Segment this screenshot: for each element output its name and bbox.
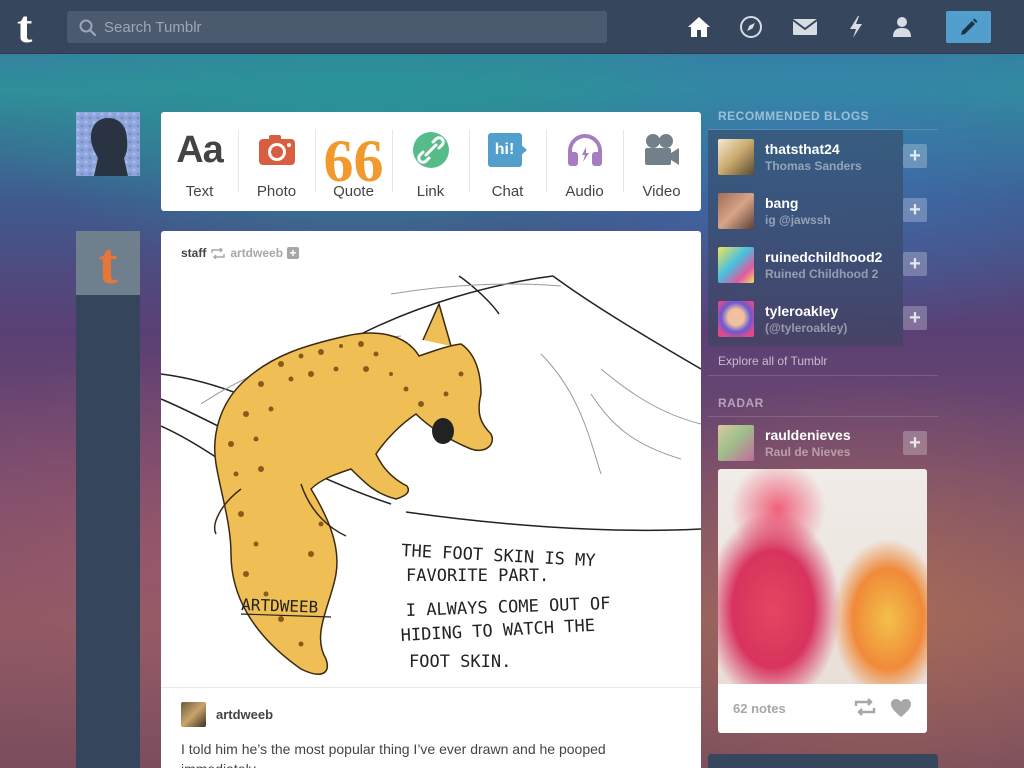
recommended-blog-item[interactable]: ruinedchildhood2 Ruined Childhood 2 +: [708, 238, 938, 292]
explore-all-link[interactable]: Explore all of Tumblr: [708, 346, 938, 376]
compose-button[interactable]: [946, 11, 991, 43]
dashboard-post: staff artdweeb + ARTDWEEB THE FOOT SKIN …: [161, 231, 701, 768]
radar-title: RADAR: [708, 391, 938, 417]
recommended-blog-item[interactable]: bang ig @jawssh +: [708, 184, 938, 238]
chat-icon: hi!: [487, 130, 528, 170]
camera-icon: [258, 130, 296, 170]
lightning-icon[interactable]: [843, 14, 869, 40]
post-audio-button[interactable]: Audio: [546, 112, 623, 211]
compass-icon[interactable]: [738, 14, 764, 40]
heart-icon[interactable]: [890, 698, 912, 718]
post-chat-button[interactable]: hi! Chat: [469, 112, 546, 211]
sidebar-bottom-tab: [708, 754, 938, 768]
home-icon[interactable]: [686, 14, 712, 40]
reblog-icon: [211, 247, 226, 259]
follow-blog-button[interactable]: +: [903, 144, 927, 168]
search-input[interactable]: [104, 18, 584, 36]
follow-blog-button[interactable]: +: [903, 252, 927, 276]
user-avatar[interactable]: [76, 112, 140, 176]
post-text-button[interactable]: Aa Text: [161, 112, 238, 211]
blog-avatar[interactable]: [718, 193, 754, 229]
reblog-source-link[interactable]: artdweeb: [230, 246, 283, 260]
recommended-blog-item[interactable]: tyleroakley (@tyleroakley) +: [708, 292, 938, 346]
post-type-bar: Aa Text Photo 66 Quote Link hi! Chat Aud…: [161, 112, 701, 211]
reblog-author: artdweeb: [181, 702, 273, 727]
follow-button[interactable]: +: [287, 247, 300, 259]
notes-count[interactable]: 62 notes: [733, 701, 786, 716]
recommended-blogs-title: RECOMMENDED BLOGS: [708, 104, 938, 130]
post-type-label: Photo: [256, 183, 297, 200]
reblog-author-avatar[interactable]: [181, 702, 206, 727]
blog-subtitle: (@tyleroakley): [765, 321, 848, 335]
blog-avatar[interactable]: [718, 139, 754, 175]
radar-post-card: 62 notes: [718, 469, 927, 733]
right-sidebar: RECOMMENDED BLOGS thatsthat24 Thomas Sand…: [708, 104, 938, 733]
post-image[interactable]: ARTDWEEB THE FOOT SKIN IS MY FAVORITE PA…: [161, 274, 701, 687]
search-bar[interactable]: [67, 11, 607, 43]
avatar-column-strip: [76, 295, 140, 768]
signature-text: ARTDWEEB: [241, 595, 319, 617]
envelope-icon[interactable]: [792, 14, 818, 40]
post-video-button[interactable]: Video: [623, 112, 700, 211]
blog-name[interactable]: thatsthat24: [765, 140, 862, 158]
follow-blog-button[interactable]: +: [903, 306, 927, 330]
search-icon: [79, 19, 96, 36]
pencil-icon: [960, 18, 977, 35]
post-body-text: I told him he’s the most popular thing I…: [181, 741, 606, 768]
headphones-icon: [566, 130, 604, 170]
post-header: staff artdweeb +: [181, 246, 300, 260]
blog-subtitle: Raul de Nieves: [765, 445, 851, 459]
link-icon: [412, 130, 450, 170]
blog-avatar[interactable]: [718, 301, 754, 337]
blog-name[interactable]: rauldenieves: [765, 426, 851, 444]
blog-subtitle: Thomas Sanders: [765, 159, 862, 173]
chat-icon-text: hi!: [494, 141, 515, 158]
caption-line: FOOT SKIN.: [409, 652, 511, 672]
post-quote-button[interactable]: 66 Quote: [315, 112, 392, 211]
blog-name[interactable]: bang: [765, 194, 831, 212]
post-type-label: Text: [185, 183, 214, 200]
reblog-icon[interactable]: [854, 698, 876, 716]
top-navigation-bar: t: [0, 0, 1024, 54]
post-author-link[interactable]: staff: [181, 246, 206, 260]
post-photo-button[interactable]: Photo: [238, 112, 315, 211]
post-type-label: Quote: [333, 183, 374, 200]
follow-blog-button[interactable]: +: [903, 431, 927, 455]
radar-post-image[interactable]: [718, 469, 927, 684]
blog-name[interactable]: tyleroakley: [765, 302, 847, 320]
video-camera-icon: [643, 130, 681, 170]
recommended-blog-item[interactable]: thatsthat24 Thomas Sanders +: [708, 130, 938, 184]
post-type-label: Audio: [565, 183, 604, 200]
person-icon[interactable]: [889, 14, 915, 40]
follow-blog-button[interactable]: +: [903, 198, 927, 222]
post-type-label: Chat: [491, 183, 524, 200]
post-type-label: Link: [416, 183, 445, 200]
post-type-label: Video: [642, 183, 681, 200]
text-icon: Aa: [176, 128, 224, 171]
radar-blog-item[interactable]: rauldenieves Raul de Nieves +: [708, 417, 938, 469]
reblog-author-name[interactable]: artdweeb: [216, 707, 273, 722]
tumblr-logo[interactable]: t: [17, 4, 49, 50]
quote-icon: 66: [323, 128, 384, 194]
caption-line: HIDING TO WATCH THE: [400, 616, 595, 646]
staff-avatar[interactable]: t: [76, 231, 140, 296]
blog-subtitle: ig @jawssh: [765, 213, 831, 227]
post-divider: [161, 687, 701, 688]
post-link-button[interactable]: Link: [392, 112, 469, 211]
blog-avatar[interactable]: [718, 247, 754, 283]
caption-line: FAVORITE PART.: [406, 566, 549, 586]
blog-subtitle: Ruined Childhood 2: [765, 267, 879, 281]
blog-name[interactable]: ruinedchildhood2: [765, 248, 882, 266]
radar-post-footer: 62 notes: [718, 684, 927, 733]
blog-avatar[interactable]: [718, 425, 754, 461]
